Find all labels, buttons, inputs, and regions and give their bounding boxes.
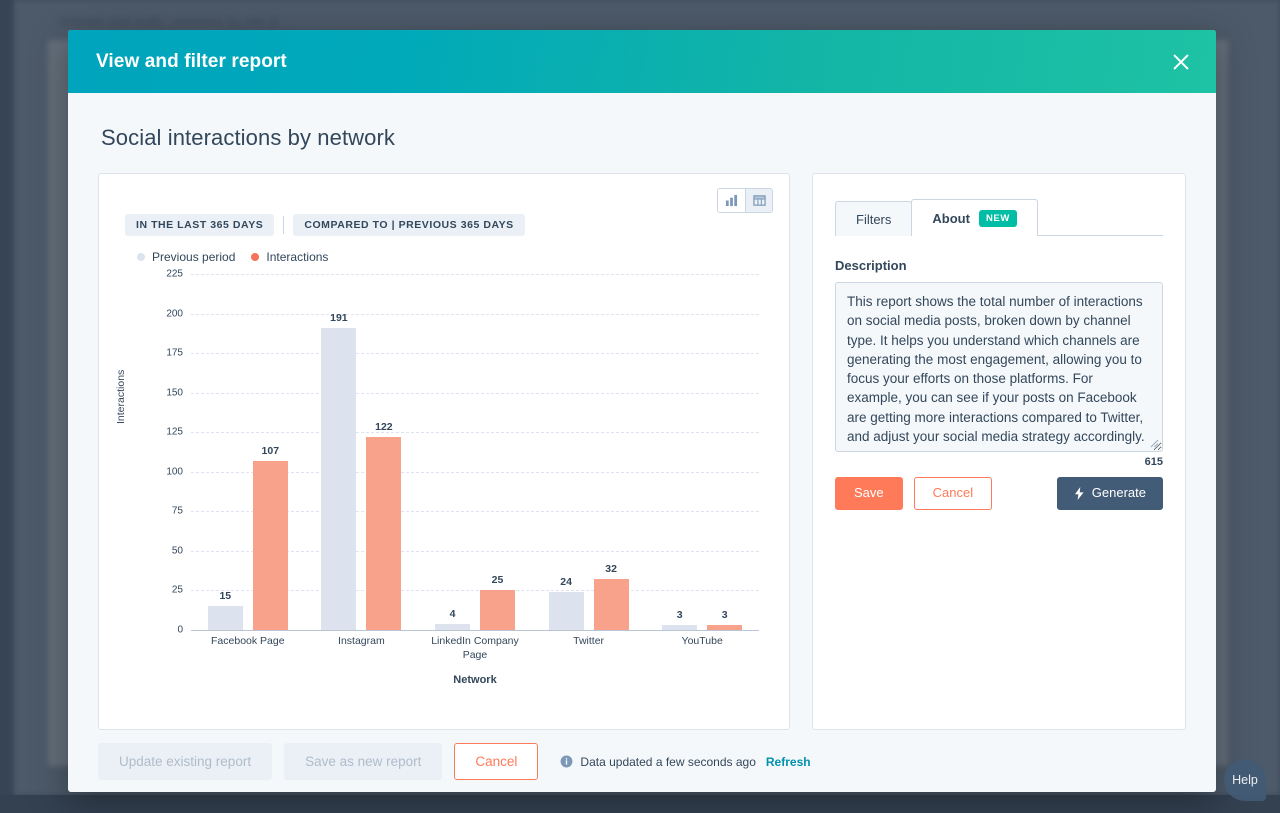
footer-status: Data updated a few seconds ago Refresh — [560, 755, 810, 769]
bar-chart-icon[interactable] — [718, 189, 745, 212]
bar[interactable]: 4 — [435, 624, 470, 630]
cancel-button[interactable]: Cancel — [454, 743, 538, 781]
panels-row: IN THE LAST 365 DAYS COMPARED TO | PREVI… — [98, 173, 1186, 730]
bar[interactable]: 15 — [208, 606, 243, 630]
x-tick-label: Facebook Page — [191, 634, 305, 662]
bar[interactable]: 3 — [662, 625, 697, 630]
bar-value-label: 107 — [262, 445, 280, 457]
x-tick-label: Twitter — [532, 634, 646, 662]
bar-group: 191 122 — [305, 274, 419, 630]
bar[interactable]: 24 — [549, 592, 584, 630]
tab-filters-label: Filters — [856, 212, 891, 227]
side-panel-tabs: Filters About NEW — [835, 198, 1163, 236]
bar-group: 24 32 — [532, 274, 646, 630]
new-badge: NEW — [979, 210, 1017, 227]
description-text: This report shows the total number of in… — [847, 294, 1145, 444]
tab-about-label: About — [932, 211, 970, 226]
description-input[interactable]: This report shows the total number of in… — [835, 282, 1163, 452]
view-and-filter-report-modal: View and filter report Social interactio… — [68, 30, 1216, 792]
y-tick-50: 50 — [143, 545, 183, 556]
bar-value-label: 3 — [722, 609, 728, 621]
legend-label-interactions: Interactions — [266, 250, 328, 264]
y-axis-title: Interactions — [115, 370, 127, 424]
y-tick-75: 75 — [143, 506, 183, 517]
y-tick-150: 150 — [143, 387, 183, 398]
character-count: 615 — [835, 456, 1163, 468]
y-tick-25: 25 — [143, 585, 183, 596]
help-button[interactable]: Help — [1224, 759, 1266, 801]
bar-group: 15 107 — [191, 274, 305, 630]
date-range-pills: IN THE LAST 365 DAYS COMPARED TO | PREVI… — [125, 214, 769, 236]
bars-layer: 15107191122425243233 — [191, 274, 759, 630]
generate-label: Generate — [1092, 485, 1146, 502]
legend-dot-interactions — [251, 253, 259, 261]
bar-value-label: 191 — [330, 312, 348, 324]
y-tick-0: 0 — [143, 625, 183, 636]
bar[interactable]: 3 — [707, 625, 742, 630]
lightning-bolt-icon — [1074, 487, 1085, 500]
legend-dot-previous — [137, 253, 145, 261]
modal-header: View and filter report — [68, 30, 1216, 93]
update-existing-report-button[interactable]: Update existing report — [98, 743, 272, 781]
generate-button[interactable]: Generate — [1057, 477, 1163, 510]
bar[interactable]: 107 — [253, 461, 288, 630]
cancel-description-button[interactable]: Cancel — [914, 477, 992, 510]
bar-value-label: 24 — [560, 576, 572, 588]
bar-value-label: 4 — [450, 608, 456, 620]
bar-group: 4 25 — [418, 274, 532, 630]
chart-plot-area: Interactions 0255075100125150175200225 1… — [113, 274, 769, 674]
bar-value-label: 32 — [605, 563, 617, 575]
page-title: Social interactions by network — [101, 125, 1186, 151]
save-button[interactable]: Save — [835, 477, 903, 510]
plot: 0255075100125150175200225 15107191122425… — [143, 274, 759, 630]
y-tick-125: 125 — [143, 427, 183, 438]
x-axis-title: Network — [191, 674, 759, 686]
status-text: Data updated a few seconds ago — [580, 755, 755, 769]
y-tick-175: 175 — [143, 348, 183, 359]
side-panel: Filters About NEW Description This repor… — [812, 173, 1186, 730]
bar-group: 33 — [645, 274, 759, 630]
bar-value-label: 15 — [219, 590, 231, 602]
bar[interactable]: 32 — [594, 579, 629, 630]
legend-item-interactions[interactable]: Interactions — [251, 250, 328, 264]
x-tick-label: Instagram — [305, 634, 419, 662]
chart-card: IN THE LAST 365 DAYS COMPARED TO | PREVI… — [98, 173, 790, 730]
table-icon[interactable] — [745, 189, 772, 212]
bar[interactable]: 191 — [321, 328, 356, 630]
description-label: Description — [835, 258, 1163, 273]
tab-about[interactable]: About NEW — [911, 199, 1038, 236]
chart-legend: Previous period Interactions — [137, 250, 769, 264]
x-axis-labels: Facebook PageInstagramLinkedIn Company P… — [191, 634, 759, 662]
y-tick-225: 225 — [143, 269, 183, 280]
y-tick-200: 200 — [143, 308, 183, 319]
save-as-new-report-button[interactable]: Save as new report — [284, 743, 442, 781]
bar[interactable]: 25 — [480, 590, 515, 630]
y-tick-100: 100 — [143, 466, 183, 477]
modal-footer: Update existing report Save as new repor… — [68, 730, 1216, 792]
bar[interactable]: 122 — [366, 437, 401, 630]
modal-body: Social interactions by network — [68, 93, 1216, 730]
pill-comparison[interactable]: COMPARED TO | PREVIOUS 365 DAYS — [293, 214, 524, 236]
x-tick-label: YouTube — [645, 634, 759, 662]
legend-label-previous: Previous period — [152, 250, 235, 264]
modal-title: View and filter report — [96, 51, 287, 73]
close-icon[interactable] — [1168, 49, 1194, 75]
pill-date-range[interactable]: IN THE LAST 365 DAYS — [125, 214, 274, 236]
bar-value-label: 25 — [492, 574, 504, 586]
tab-filters[interactable]: Filters — [835, 201, 912, 236]
refresh-link[interactable]: Refresh — [766, 755, 811, 769]
x-tick-label: LinkedIn Company Page — [418, 634, 532, 662]
resize-grip-icon — [1150, 439, 1159, 448]
legend-item-previous-period[interactable]: Previous period — [137, 250, 235, 264]
chart-view-toggle — [717, 188, 773, 213]
bar-value-label: 122 — [375, 421, 393, 433]
description-actions: Save Cancel Generate — [835, 477, 1163, 510]
bar-value-label: 3 — [677, 609, 683, 621]
info-icon — [560, 755, 573, 768]
gridline-0 — [191, 630, 759, 631]
pill-divider — [283, 216, 284, 234]
